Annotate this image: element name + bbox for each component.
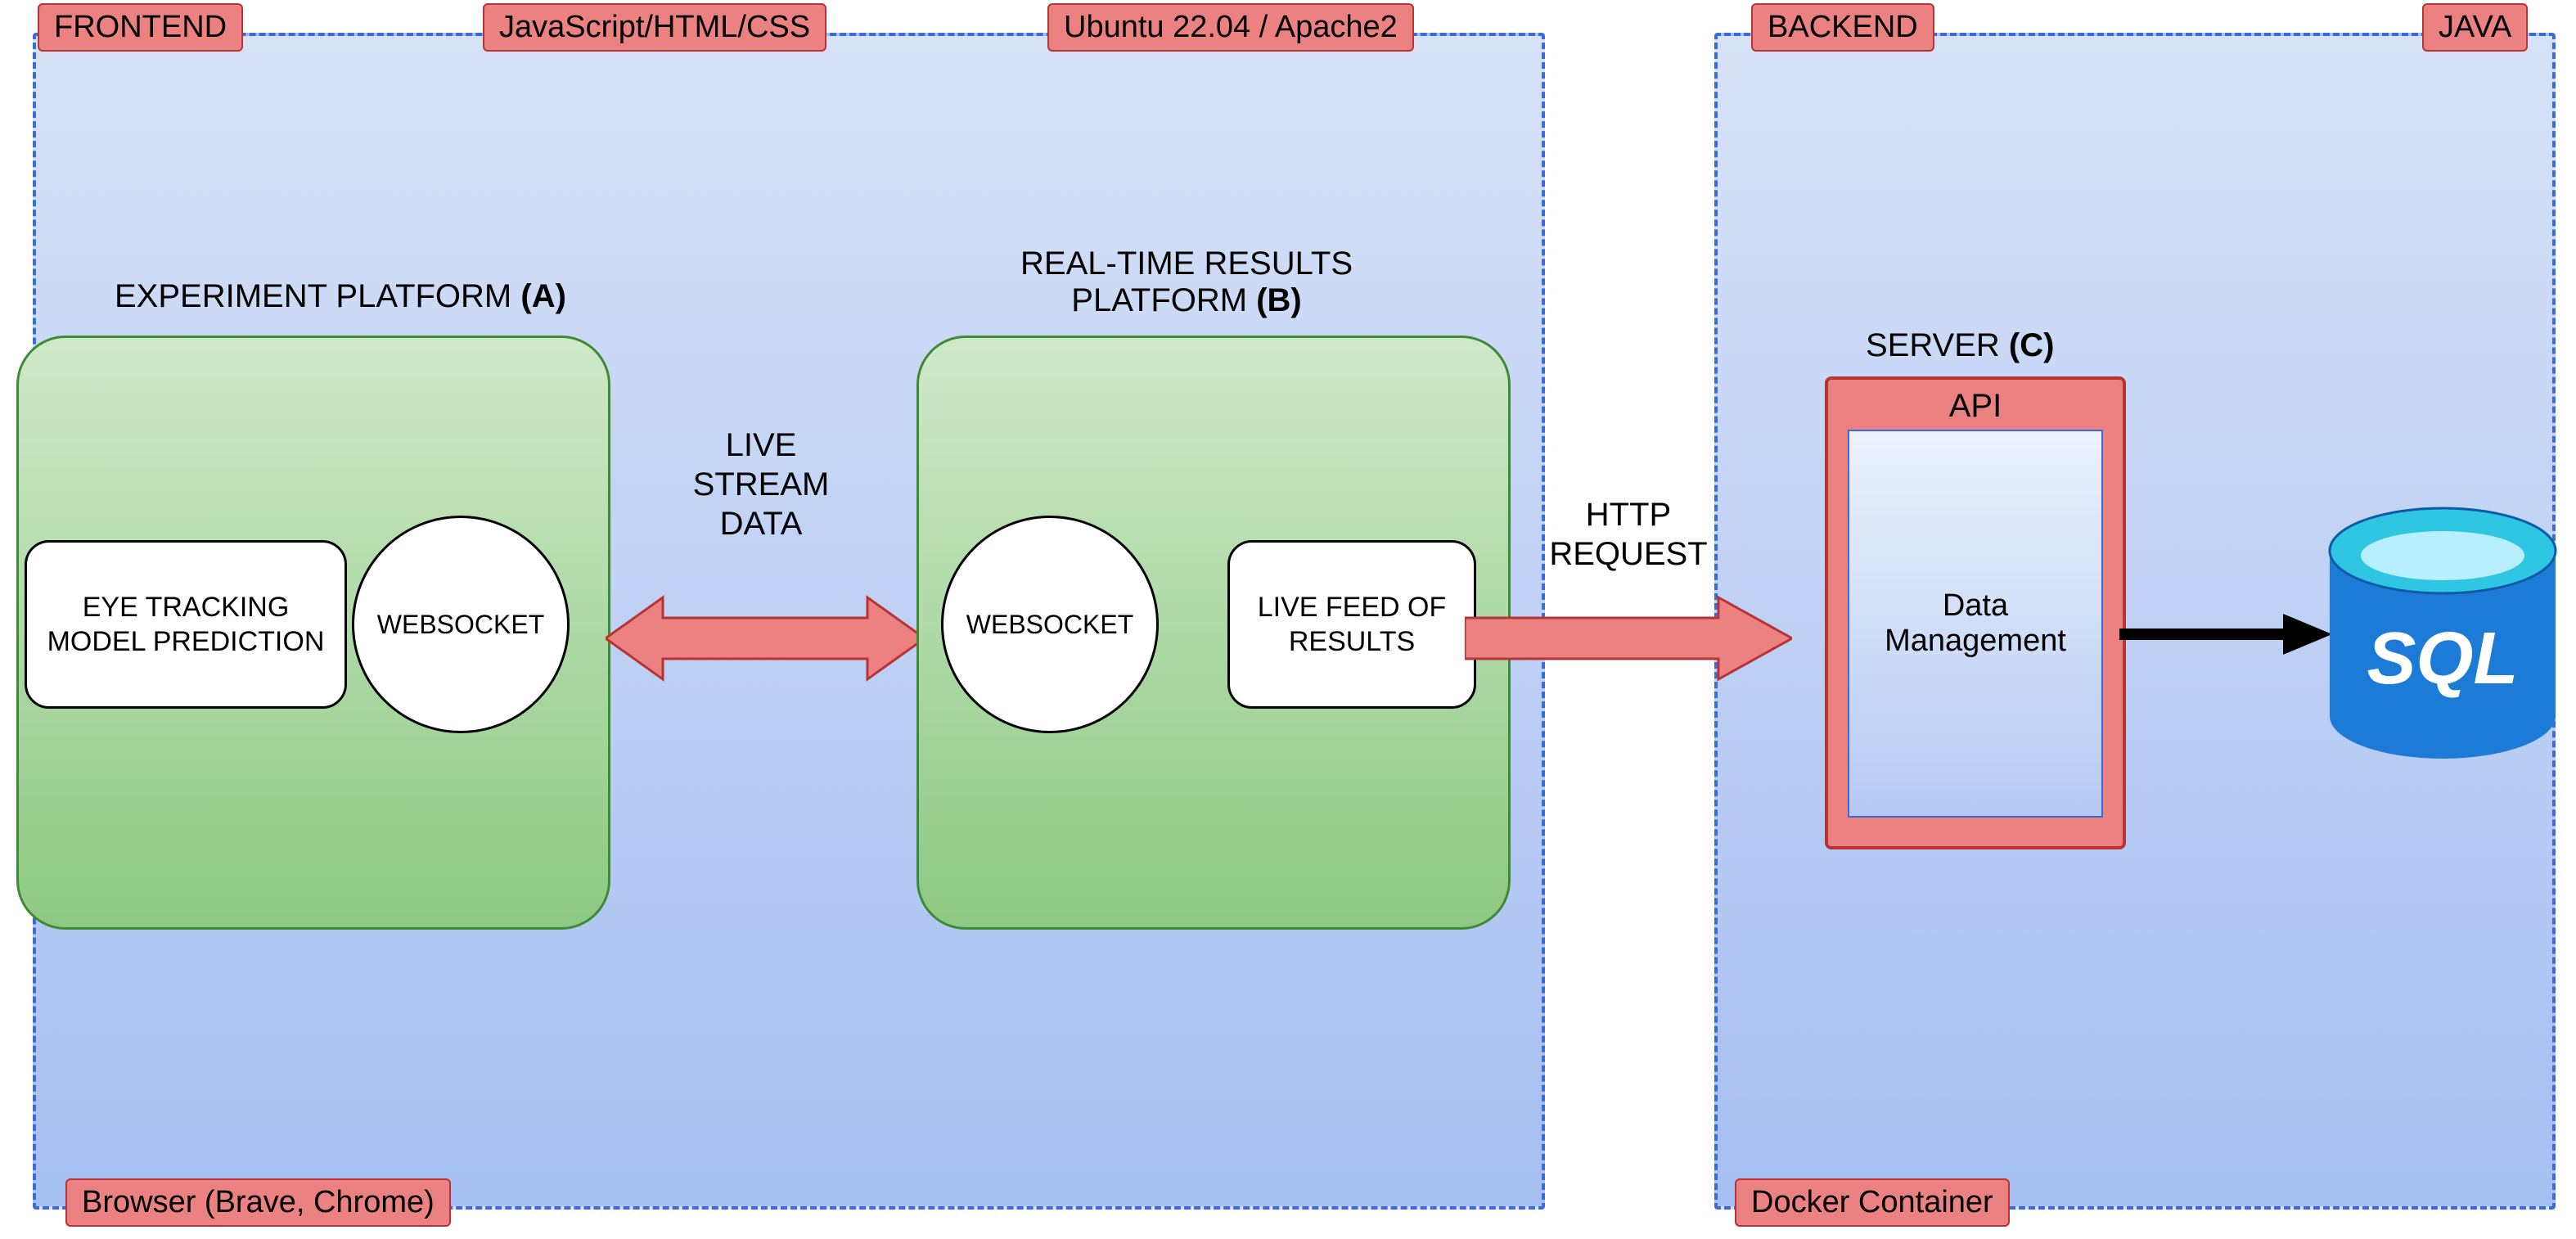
- tag-browser-label: Browser (Brave, Chrome): [82, 1185, 435, 1220]
- title-b-l1: REAL-TIME RESULTS: [1020, 246, 1353, 282]
- arrow-to-sql: [2119, 610, 2332, 659]
- tag-docker: Docker Container: [1735, 1178, 2010, 1227]
- sql-label: SQL: [2367, 618, 2518, 700]
- arrow-live-stream: [606, 589, 925, 687]
- label-live-stream: LIVE STREAM DATA: [638, 426, 884, 543]
- tag-docker-label: Docker Container: [1751, 1185, 1993, 1220]
- server-api-title: API: [1828, 380, 2123, 430]
- node-eye-tracking: EYE TRACKING MODEL PREDICTION: [25, 540, 347, 709]
- node-websocket-b: WEBSOCKET: [941, 516, 1159, 733]
- title-a-bold: (A): [520, 278, 566, 314]
- label-http-l1: HTTP: [1530, 495, 1727, 534]
- title-c-bold: (C): [2009, 327, 2055, 363]
- label-live-stream-l1: LIVE: [638, 426, 884, 465]
- node-eye-tracking-label: EYE TRACKING MODEL PREDICTION: [38, 590, 333, 660]
- tag-backend-label: BACKEND: [1768, 10, 1918, 45]
- node-websocket-a: WEBSOCKET: [352, 516, 570, 733]
- node-websocket-a-label: WEBSOCKET: [377, 610, 544, 640]
- node-websocket-b-label: WEBSOCKET: [966, 610, 1133, 640]
- node-live-feed: LIVE FEED OF RESULTS: [1227, 540, 1476, 709]
- tag-frontend: FRONTEND: [38, 3, 243, 52]
- data-mgmt-l1: Data: [1943, 588, 2008, 624]
- tag-ubuntu-apache: Ubuntu 22.04 / Apache2: [1047, 3, 1414, 52]
- tag-java-label: JAVA: [2439, 10, 2511, 45]
- arrow-http-request: [1465, 589, 1792, 687]
- label-live-stream-l3: DATA: [638, 504, 884, 543]
- tag-ubuntu-label: Ubuntu 22.04 / Apache2: [1064, 10, 1398, 45]
- title-server: SERVER (C): [1866, 327, 2054, 364]
- title-b-l2: PLATFORM: [1071, 282, 1256, 318]
- tag-js-label: JavaScript/HTML/CSS: [499, 10, 810, 45]
- title-c-text: SERVER: [1866, 327, 2009, 363]
- title-b-bold: (B): [1256, 282, 1302, 318]
- server-api-inner: Data Management: [1848, 430, 2103, 818]
- label-http-request: HTTP REQUEST: [1530, 495, 1727, 574]
- data-mgmt-l2: Management: [1885, 624, 2066, 659]
- tag-browser: Browser (Brave, Chrome): [65, 1178, 451, 1227]
- server-api-box: API Data Management: [1825, 376, 2126, 849]
- tag-frontend-label: FRONTEND: [54, 10, 227, 45]
- sql-database-icon: SQL: [2324, 503, 2561, 765]
- label-http-l2: REQUEST: [1530, 534, 1727, 574]
- title-realtime-platform: REAL-TIME RESULTS PLATFORM (B): [982, 246, 1391, 319]
- diagram-canvas: FRONTEND JavaScript/HTML/CSS Ubuntu 22.0…: [0, 0, 2576, 1239]
- tag-backend: BACKEND: [1751, 3, 1934, 52]
- title-a-text: EXPERIMENT PLATFORM: [115, 278, 520, 314]
- label-live-stream-l2: STREAM: [638, 465, 884, 504]
- node-live-feed-label: LIVE FEED OF RESULTS: [1241, 590, 1462, 660]
- tag-java: JAVA: [2422, 3, 2528, 52]
- tag-js-html-css: JavaScript/HTML/CSS: [483, 3, 826, 52]
- title-experiment-platform: EXPERIMENT PLATFORM (A): [115, 278, 566, 315]
